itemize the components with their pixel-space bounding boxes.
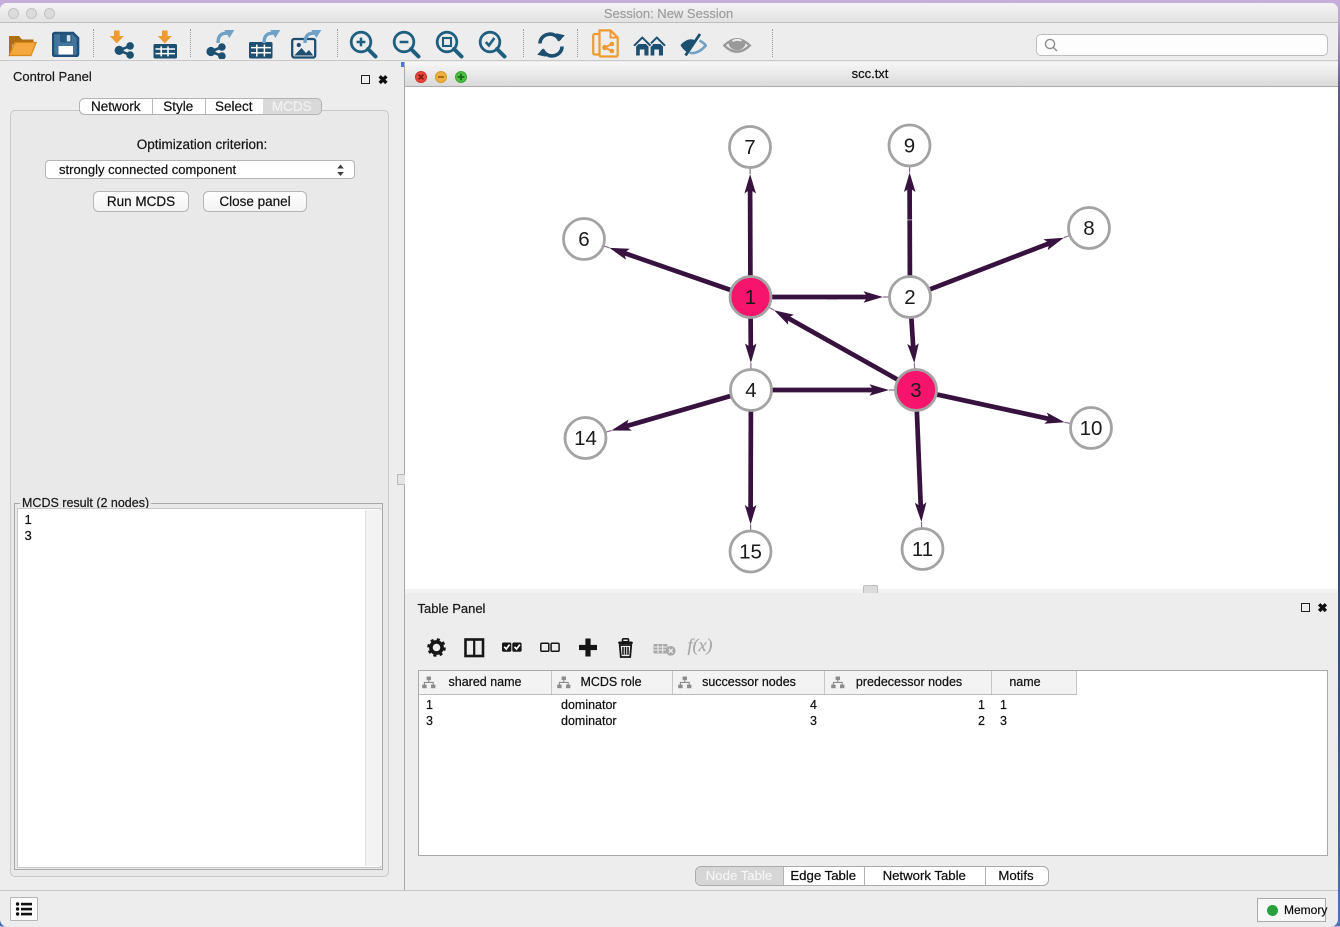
svg-text:1: 1 xyxy=(745,286,756,309)
svg-text:11: 11 xyxy=(912,538,933,561)
svg-text:7: 7 xyxy=(744,136,755,159)
svg-text:9: 9 xyxy=(904,135,915,158)
svg-text:15: 15 xyxy=(739,541,762,564)
svg-text:2: 2 xyxy=(904,286,915,309)
svg-text:8: 8 xyxy=(1083,217,1094,240)
svg-text:3: 3 xyxy=(910,379,921,402)
svg-text:4: 4 xyxy=(745,379,756,402)
svg-text:10: 10 xyxy=(1080,417,1103,440)
svg-text:14: 14 xyxy=(574,427,597,450)
svg-text:6: 6 xyxy=(578,228,589,251)
